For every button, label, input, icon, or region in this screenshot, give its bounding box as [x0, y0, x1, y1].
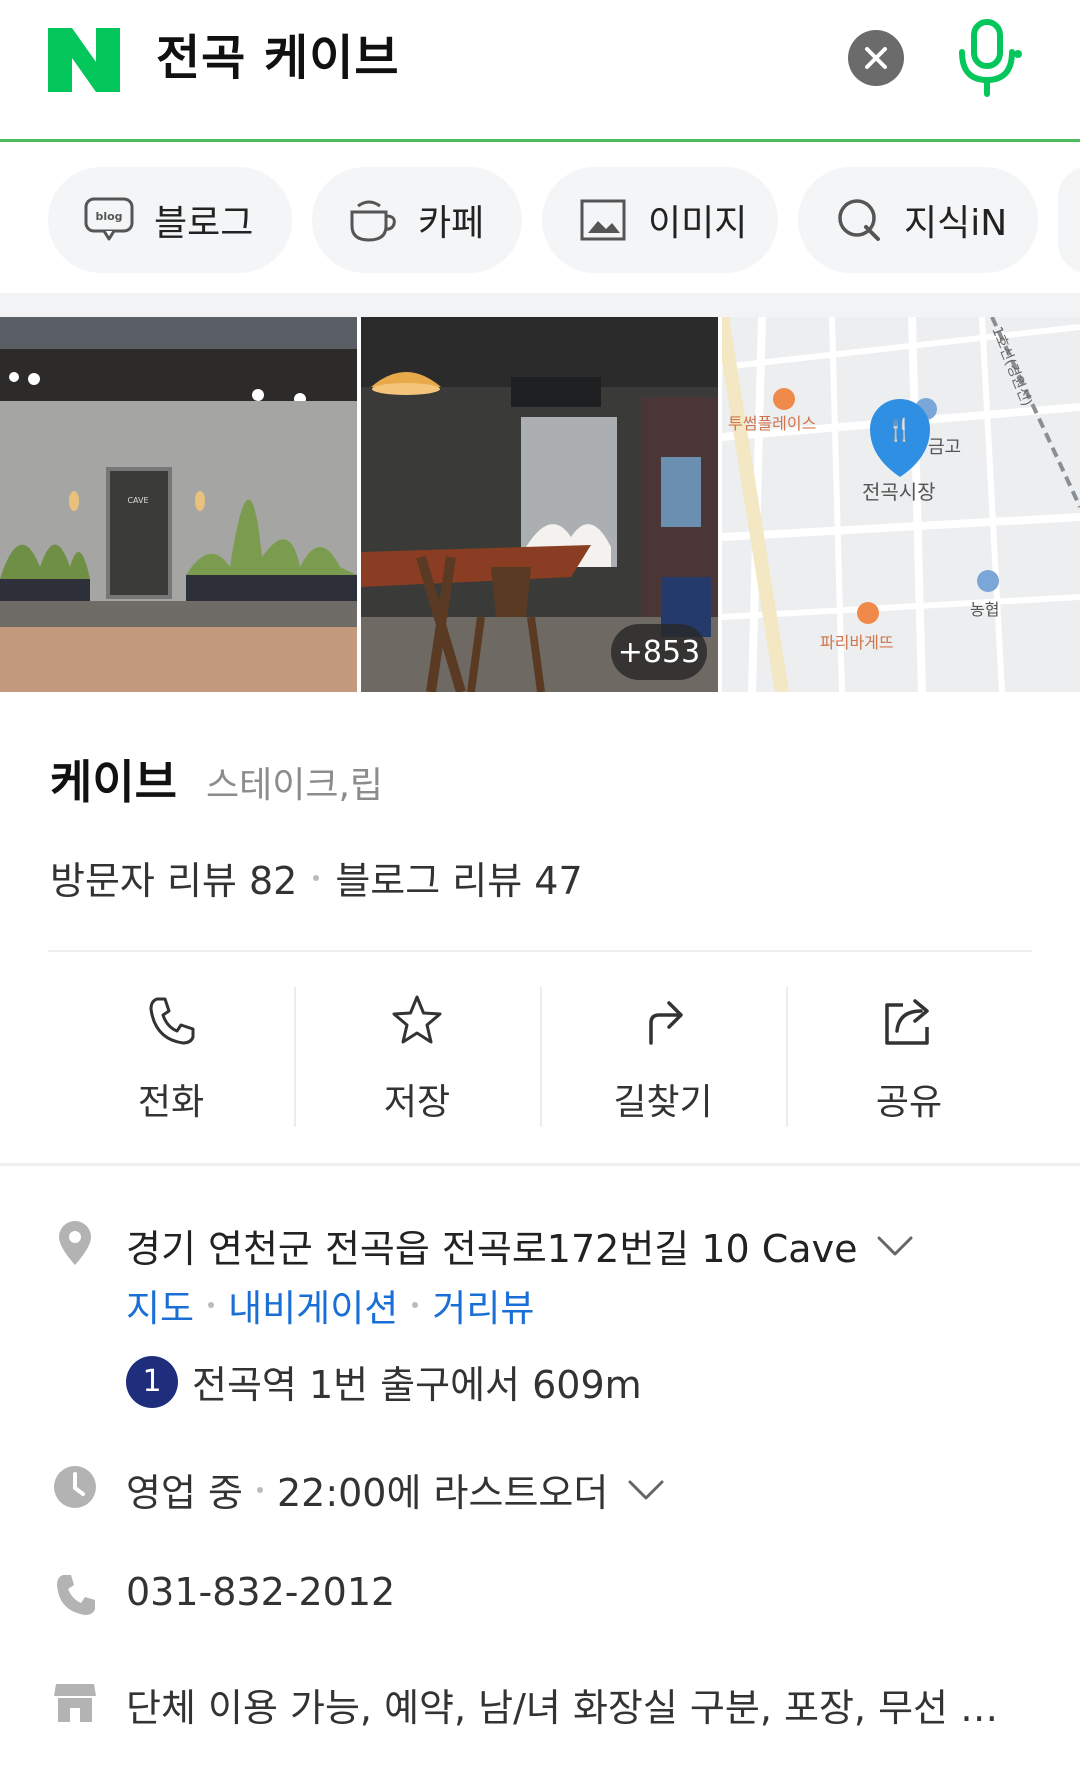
last-order-text: 22:00에 라스트오더	[276, 1471, 609, 1515]
address-links: 지도 내비게이션 거리뷰	[126, 1278, 534, 1332]
map-label: 금고	[928, 437, 961, 458]
subway-info: 1 전곡역 1번 출구에서 609m	[126, 1354, 642, 1409]
save-button[interactable]: 저장	[294, 985, 540, 1130]
clock-icon	[50, 1462, 100, 1512]
phone-icon	[149, 997, 195, 1045]
address-text: 경기 연천군 전곡읍 전곡로172번길 10 Cave	[126, 1227, 858, 1271]
star-icon	[392, 995, 442, 1044]
tab-image[interactable]: 이미지	[542, 167, 778, 273]
close-icon	[865, 47, 887, 69]
place-category: 스테이크,립	[206, 765, 384, 806]
action-label: 전화	[137, 1082, 205, 1123]
svg-text:CAVE: CAVE	[127, 496, 148, 505]
action-label: 공유	[875, 1082, 943, 1123]
action-label: 길찾기	[613, 1082, 713, 1123]
photo-strip: CAVE +853 투썸플레이스 금고 🍴 전곡시장 농협 파리바게뜨 1호선(…	[0, 317, 1080, 692]
phone-number[interactable]: 031-832-2012	[126, 1570, 395, 1614]
business-hours-row[interactable]: 영업 중 22:00에 라스트오더	[126, 1462, 666, 1517]
separator-dot	[208, 1302, 215, 1308]
action-label: 저장	[383, 1082, 451, 1123]
map-thumbnail[interactable]: 투썸플레이스 금고 🍴 전곡시장 농협 파리바게뜨 1호선(경원선)	[722, 317, 1080, 692]
share-button[interactable]: 공유	[786, 985, 1032, 1130]
street-view-link[interactable]: 거리뷰	[432, 1278, 534, 1332]
map-link[interactable]: 지도	[126, 1278, 194, 1332]
map-label: 전곡시장	[862, 480, 936, 504]
tab-cafe[interactable]: 카페	[312, 167, 522, 273]
directions-icon	[649, 1001, 683, 1045]
map-label: 투썸플레이스	[728, 414, 816, 433]
map-label: 농협	[970, 600, 999, 619]
tab-more[interactable]	[1058, 167, 1080, 273]
chevron-down-icon[interactable]	[875, 1234, 915, 1258]
place-name: 케이브	[50, 755, 177, 809]
directions-button[interactable]: 길찾기	[540, 985, 786, 1130]
kin-icon	[832, 193, 886, 247]
open-status: 영업 중	[126, 1471, 243, 1515]
svg-text:🍴: 🍴	[886, 417, 913, 443]
section-divider	[0, 293, 1080, 317]
visitor-reviews-link[interactable]: 방문자 리뷰 82	[50, 850, 297, 905]
tab-kin[interactable]: 지식iN	[798, 167, 1038, 273]
review-summary: 방문자 리뷰 82 블로그 리뷰 47	[50, 850, 583, 905]
tab-blog[interactable]: blog 블로그	[48, 167, 292, 273]
search-input[interactable]: 전곡 케이브	[156, 26, 400, 90]
address-row[interactable]: 경기 연천군 전곡읍 전곡로172번길 10 Cave	[126, 1218, 915, 1273]
amenities-text[interactable]: 단체 이용 가능, 예약, 남/녀 화장실 구분, 포장, 무선 …	[126, 1677, 1026, 1732]
svg-text:blog: blog	[95, 210, 122, 223]
subway-text: 전곡역 1번 출구에서 609m	[192, 1363, 642, 1407]
exterior-photo[interactable]: CAVE	[0, 317, 357, 692]
tab-label: 블로그	[154, 203, 254, 244]
cafe-cup-icon	[346, 193, 400, 247]
microphone-icon[interactable]	[950, 18, 1024, 98]
search-tabs: blog 블로그 카페 이미지 지식iN	[0, 145, 1080, 293]
share-icon	[885, 999, 929, 1045]
navigation-link[interactable]: 내비게이션	[228, 1278, 398, 1332]
more-photos-count: +853	[611, 624, 707, 680]
image-icon	[576, 193, 630, 247]
separator-dot	[412, 1302, 419, 1308]
tab-label: 지식iN	[904, 203, 1008, 244]
divider	[48, 950, 1032, 952]
blog-icon: blog	[82, 193, 136, 247]
separator-dot	[256, 1486, 263, 1493]
naver-logo[interactable]	[48, 28, 120, 92]
interior-photo[interactable]: +853	[361, 317, 718, 692]
blog-reviews-link[interactable]: 블로그 리뷰 47	[335, 850, 582, 905]
divider	[0, 1163, 1080, 1166]
separator-dot	[313, 874, 320, 881]
tab-label: 이미지	[648, 203, 748, 244]
clear-search-button[interactable]	[848, 30, 904, 86]
call-button[interactable]: 전화	[48, 985, 294, 1130]
map-label: 파리바게뜨	[820, 633, 894, 652]
phone-icon	[50, 1570, 100, 1620]
subway-line-badge: 1	[126, 1355, 178, 1408]
action-bar: 전화 저장 길찾기 공유	[48, 985, 1032, 1130]
chevron-down-icon[interactable]	[626, 1478, 666, 1502]
search-bar: 전곡 케이브	[0, 0, 1080, 142]
location-pin-icon	[50, 1218, 100, 1268]
tab-label: 카페	[418, 203, 485, 244]
store-icon	[50, 1677, 100, 1727]
